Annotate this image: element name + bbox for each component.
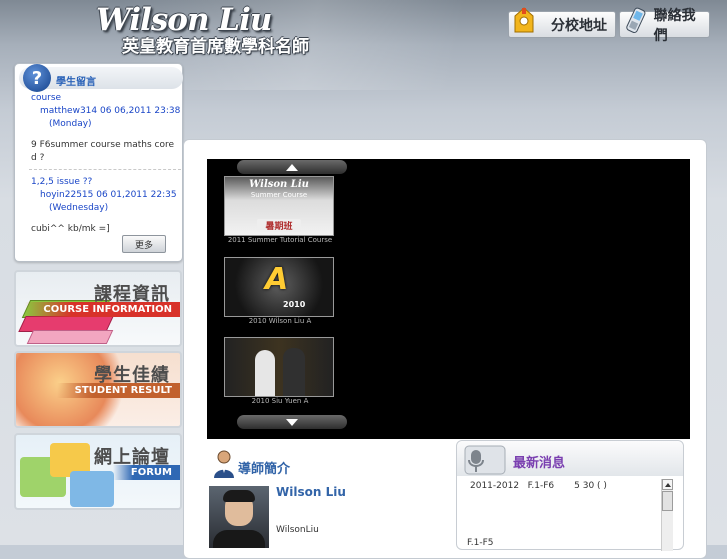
news-item[interactable]: F.1-F5 (467, 538, 493, 548)
scroll-up-icon (664, 482, 671, 487)
teacher-photo-body (213, 530, 265, 548)
site-logo[interactable]: Wilson Liu 英皇教育首席數學科名師 (96, 2, 336, 57)
thumb-3-person-left (255, 350, 275, 396)
logo-chinese: 英皇教育首席數學科名師 (122, 37, 309, 57)
message-meta: hoyin22515 06 01,2011 22:35 (Wednesday) (40, 190, 177, 213)
video-slider: Wilson Liu Summer Course 暑期班 2011 Summer… (207, 159, 690, 439)
teacher-person-icon (213, 449, 235, 479)
course-information-banner[interactable]: 課程資訊 COURSE INFORMATION (14, 270, 182, 347)
messages-header: ? 學生留言 (19, 64, 183, 92)
contact-us-button[interactable]: 聯絡我們 (619, 7, 710, 44)
slider-caption-1: 2011 Summer Tutorial Course (227, 236, 333, 244)
slider-thumb-2[interactable]: A 2010 (224, 257, 334, 317)
thumb-3-person-right (283, 348, 305, 396)
course-information-subtitle: COURSE INFORMATION (25, 302, 180, 317)
thumb-2-year: 2010 (283, 300, 306, 309)
teacher-photo-hair (223, 490, 255, 502)
thumb-2-letter: A (265, 262, 289, 297)
slider-caption-2: 2010 Wilson Liu A (248, 317, 312, 325)
scroll-thumb[interactable] (662, 491, 673, 511)
thumb-1-title: Wilson Liu (249, 179, 309, 190)
arrow-up-icon (286, 163, 298, 171)
news-item[interactable]: 2011-2012 F.1-F6 5 30 ( ) (470, 481, 607, 491)
news-section-title: 最新消息 (513, 456, 566, 471)
messages-title: 學生留言 (56, 77, 96, 88)
student-result-banner[interactable]: 學生佳績 STUDENT RESULT (14, 351, 182, 428)
scroll-up-arrow[interactable] (662, 479, 673, 490)
arrow-down-icon (286, 418, 298, 426)
messages-list: course matthew314 06 06,2011 23:38 (Mond… (29, 92, 181, 236)
slider-down-button[interactable] (237, 415, 347, 429)
student-messages-panel: ? 學生留言 course matthew314 06 06,2011 23:3… (14, 63, 183, 262)
teacher-handle: WilsonLiu (276, 525, 319, 535)
student-result-subtitle: STUDENT RESULT (56, 383, 180, 398)
thumb-1-tag: 暑期班 (257, 219, 301, 232)
microphone-icon (461, 444, 507, 476)
mobile-phone-icon (620, 6, 650, 36)
message-body: 9 F6summer course maths core d ? (31, 140, 175, 163)
thumb-1-subtitle: Summer Course (250, 191, 308, 199)
slider-up-button[interactable] (237, 160, 347, 174)
contact-us-label: 聯絡我們 (653, 7, 696, 44)
message-item: 1,2,5 issue ?? hoyin22515 06 01,2011 22:… (31, 176, 181, 236)
teacher-section-title: 導師簡介 (238, 462, 291, 477)
question-mark-icon: ? (23, 64, 51, 92)
slider-thumb-1[interactable]: Wilson Liu Summer Course 暑期班 (224, 176, 334, 236)
news-scrollbar[interactable] (661, 479, 673, 551)
location-icon (509, 6, 539, 36)
branch-address-label: 分校地址 (551, 17, 607, 34)
slider-thumb-3[interactable] (224, 337, 334, 397)
forum-banner[interactable]: 網上論壇 FORUM (14, 433, 182, 510)
message-divider (29, 169, 181, 170)
latest-news-panel: 最新消息 2011-2012 F.1-F6 5 30 ( ) F.1-F5 (456, 440, 684, 551)
slider-caption-3: 2010 Siu Yuen A (251, 397, 309, 405)
more-messages-button[interactable]: 更多 (122, 235, 166, 253)
news-header: 最新消息 (457, 441, 683, 476)
message-subject[interactable]: 1,2,5 issue ?? (31, 176, 181, 189)
message-subject[interactable]: course (31, 92, 181, 105)
teacher-photo (209, 486, 269, 548)
forum-subtitle: FORUM (112, 465, 180, 480)
message-item: course matthew314 06 06,2011 23:38 (Mond… (31, 92, 181, 165)
teacher-name[interactable]: Wilson Liu (276, 485, 346, 499)
branch-address-button[interactable]: 分校地址 (508, 6, 616, 38)
message-meta: matthew314 06 06,2011 23:38 (Monday) (40, 106, 181, 129)
